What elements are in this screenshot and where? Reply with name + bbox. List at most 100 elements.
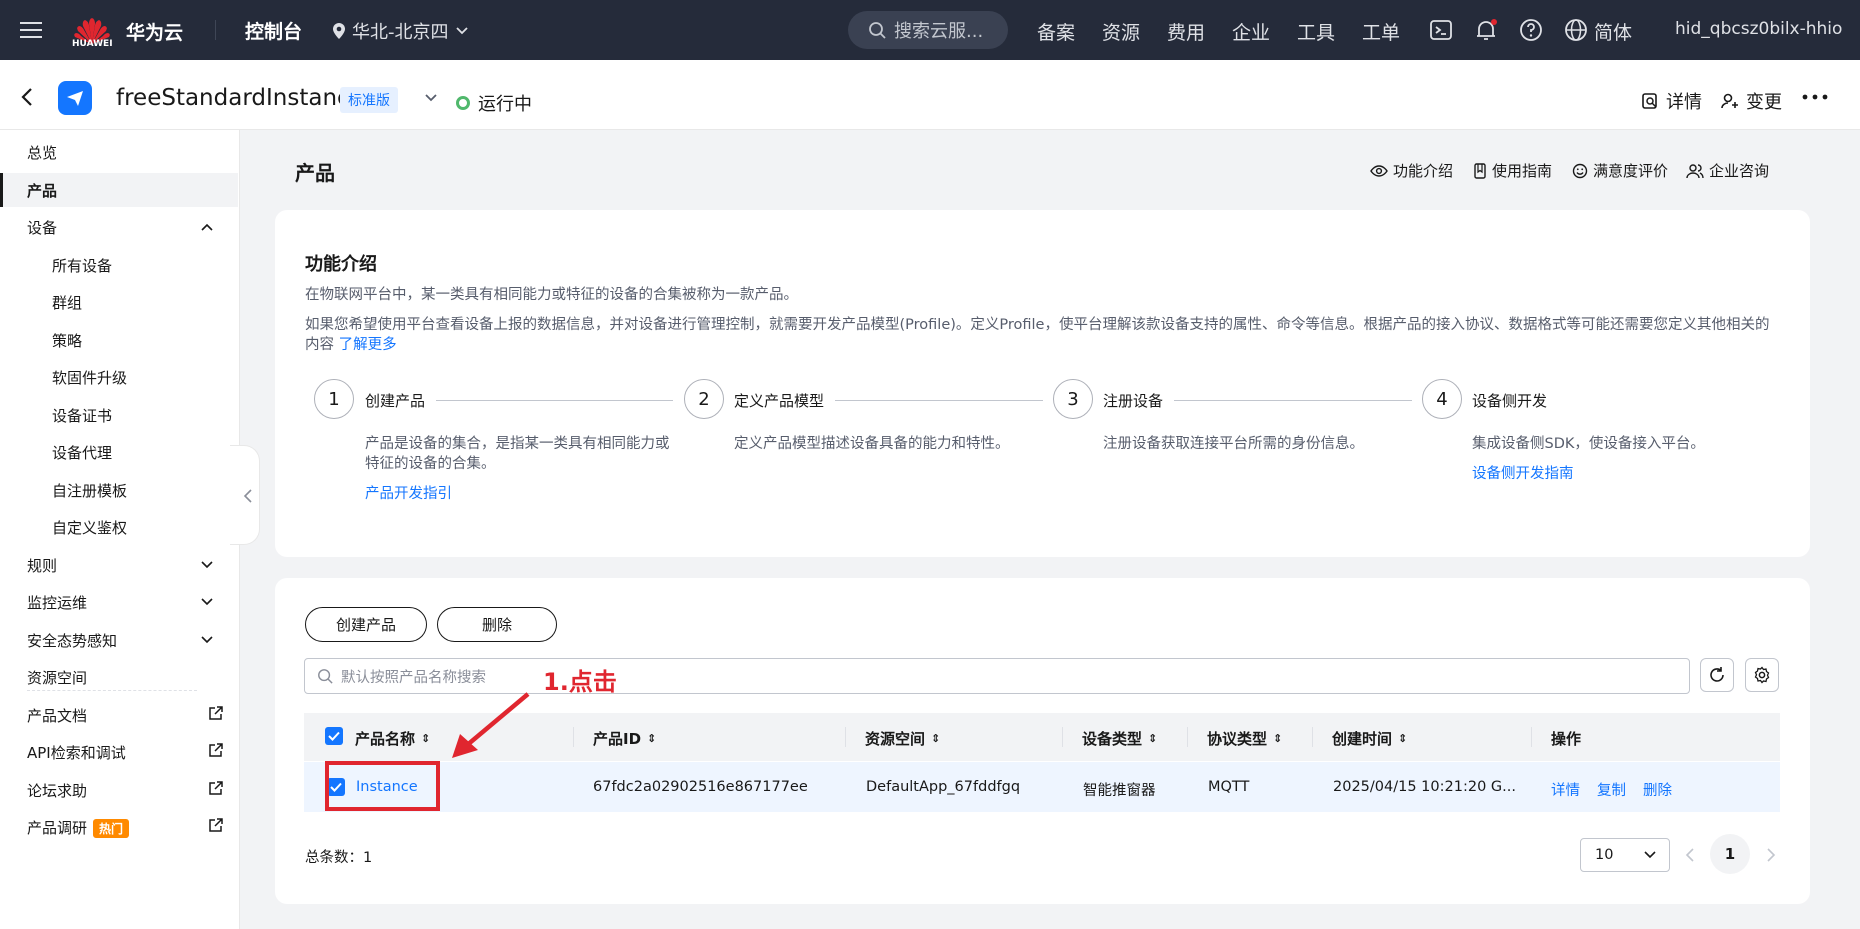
more-icon[interactable] — [1802, 94, 1828, 100]
check-icon — [328, 731, 340, 741]
device-type-cell: 智能推窗器 — [1083, 783, 1156, 799]
step-4-number: 4 — [1422, 379, 1462, 419]
globe-icon[interactable] — [1563, 17, 1589, 43]
sidebar-item-all-devices[interactable]: 所有设备 — [52, 255, 112, 276]
sidebar-collapse-toggle[interactable] — [230, 445, 260, 545]
page-size-select[interactable]: 10 — [1580, 838, 1670, 872]
region-label: 华北-北京四 — [352, 22, 449, 43]
sidebar-item-groups[interactable]: 群组 — [52, 292, 82, 313]
col-created-time[interactable]: 创建时间 ⇕ — [1332, 728, 1407, 749]
global-search-input[interactable]: 搜索云服... — [848, 11, 1008, 49]
console-link[interactable]: 控制台 — [245, 17, 302, 44]
sidebar-item-custom-auth[interactable]: 自定义鉴权 — [52, 517, 127, 538]
external-link-icon[interactable] — [208, 780, 224, 796]
refresh-button[interactable] — [1700, 658, 1734, 692]
row-copy-link[interactable]: 复制 — [1597, 779, 1626, 800]
sidebar-item-rules[interactable]: 规则 — [27, 555, 57, 576]
search-placeholder: 默认按照产品名称搜索 — [341, 669, 486, 686]
instance-icon — [58, 81, 92, 115]
chevron-up-icon[interactable] — [200, 220, 214, 234]
page-size-value: 10 — [1595, 847, 1614, 863]
nav-billing[interactable]: 费用 — [1167, 18, 1205, 45]
sidebar-item-product[interactable]: 产品 — [27, 180, 57, 201]
consult-link[interactable]: 企业咨询 — [1686, 160, 1769, 181]
delete-button[interactable]: 删除 — [437, 607, 557, 642]
chevron-down-icon[interactable] — [200, 595, 214, 609]
help-icon[interactable] — [1518, 17, 1544, 43]
sidebar-item-monitoring[interactable]: 监控运维 — [27, 592, 87, 613]
prev-page-icon[interactable] — [1685, 847, 1695, 863]
current-page[interactable]: 1 — [1710, 834, 1750, 874]
running-status-icon — [456, 96, 470, 110]
nav-resources[interactable]: 资源 — [1102, 18, 1140, 45]
step-1-title: 创建产品 — [365, 392, 426, 410]
chevron-down-icon[interactable] — [200, 633, 214, 647]
external-link-icon[interactable] — [208, 705, 224, 721]
sidebar-item-resource-space[interactable]: 资源空间 — [27, 667, 87, 688]
user-guide-link[interactable]: 使用指南 — [1473, 160, 1552, 181]
sidebar-item-device[interactable]: 设备 — [27, 217, 57, 238]
book-icon — [1474, 162, 1486, 179]
nav-tools[interactable]: 工具 — [1297, 18, 1335, 45]
row-detail-link[interactable]: 详情 — [1551, 779, 1580, 800]
external-link-icon[interactable] — [208, 817, 224, 833]
brand-name[interactable]: 华为云 — [126, 18, 183, 45]
sidebar-item-overview[interactable]: 总览 — [27, 142, 57, 163]
detail-button[interactable]: 详情 — [1641, 88, 1702, 114]
next-page-icon[interactable] — [1766, 847, 1776, 863]
learn-more-link[interactable]: 了解更多 — [339, 337, 397, 353]
step-4-link[interactable]: 设备侧开发指南 — [1472, 464, 1782, 484]
step-2-desc: 定义产品模型描述设备具备的能力和特性。 — [734, 436, 1010, 452]
feature-intro-link[interactable]: 功能介绍 — [1370, 160, 1453, 181]
sidebar-item-forum[interactable]: 论坛求助 — [27, 780, 87, 801]
product-search-input[interactable]: 默认按照产品名称搜索 — [304, 658, 1690, 694]
created-time-cell: 2025/04/15 10:21:20 G... — [1333, 779, 1516, 795]
col-protocol[interactable]: 协议类型 ⇕ — [1207, 728, 1282, 749]
sidebar-item-security[interactable]: 安全态势感知 — [27, 630, 117, 651]
instance-header: freeStandardInstance 标准版 运行中 详情 变更 — [0, 60, 1860, 130]
sidebar-item-docs[interactable]: 产品文档 — [27, 705, 87, 726]
settings-button[interactable] — [1745, 658, 1779, 692]
change-button[interactable]: 变更 — [1721, 88, 1782, 114]
status-label: 运行中 — [478, 94, 532, 115]
menu-icon[interactable] — [20, 18, 42, 42]
back-arrow-icon[interactable] — [20, 87, 34, 107]
sort-icon: ⇕ — [421, 732, 431, 745]
column-divider — [1531, 727, 1532, 747]
sidebar-item-self-reg-template[interactable]: 自注册模板 — [52, 480, 127, 501]
select-all-checkbox[interactable] — [325, 727, 343, 745]
create-product-button[interactable]: 创建产品 — [305, 607, 427, 642]
col-product-name[interactable]: 产品名称 ⇕ — [355, 728, 430, 749]
sidebar-item-firmware[interactable]: 软固件升级 — [52, 367, 127, 388]
sidebar-item-policies[interactable]: 策略 — [52, 330, 82, 351]
nav-filing[interactable]: 备案 — [1037, 18, 1075, 45]
region-selector[interactable]: 华北-北京四 — [332, 18, 469, 44]
total-count: 总条数：1 — [305, 850, 373, 866]
hot-badge: 热门 — [93, 819, 130, 838]
col-resource-space[interactable]: 资源空间 ⇕ — [865, 728, 940, 749]
survey-label: 产品调研 — [27, 819, 88, 837]
nav-enterprise[interactable]: 企业 — [1232, 18, 1270, 45]
satisfaction-link[interactable]: 满意度评价 — [1572, 160, 1668, 181]
external-link-icon[interactable] — [208, 742, 224, 758]
chevron-down-icon[interactable] — [200, 558, 214, 572]
intro-line-1: 在物联网平台中，某一类具有相同能力或特征的设备的合集被称为一款产品。 — [305, 287, 798, 303]
col-device-type[interactable]: 设备类型 ⇕ — [1082, 728, 1157, 749]
bell-icon[interactable] — [1473, 17, 1499, 43]
language-selector[interactable]: 简体 — [1594, 18, 1632, 45]
col-actions: 操作 — [1551, 730, 1582, 748]
col-product-id[interactable]: 产品ID ⇕ — [593, 728, 656, 749]
step-1-desc-text: 产品是设备的集合，是指某一类具有相同能力或特征的设备的合集。 — [365, 436, 670, 472]
sidebar-item-device-proxy[interactable]: 设备代理 — [52, 442, 112, 463]
sidebar-item-api[interactable]: API检索和调试 — [27, 742, 126, 763]
step-1-link[interactable]: 产品开发指引 — [365, 484, 675, 504]
nav-tickets[interactable]: 工单 — [1362, 18, 1400, 45]
user-account[interactable]: hid_qbcsz0bilx-hhio — [1675, 19, 1842, 39]
row-delete-link[interactable]: 删除 — [1643, 779, 1672, 800]
search-icon — [869, 22, 886, 39]
step-1-desc: 产品是设备的集合，是指某一类具有相同能力或特征的设备的合集。 产品开发指引 — [365, 434, 675, 504]
terminal-icon[interactable] — [1428, 17, 1454, 43]
sidebar-item-survey[interactable]: 产品调研 热门 — [27, 817, 130, 838]
sidebar-item-certificates[interactable]: 设备证书 — [52, 405, 112, 426]
instance-switch-chevron-icon[interactable] — [424, 93, 438, 103]
